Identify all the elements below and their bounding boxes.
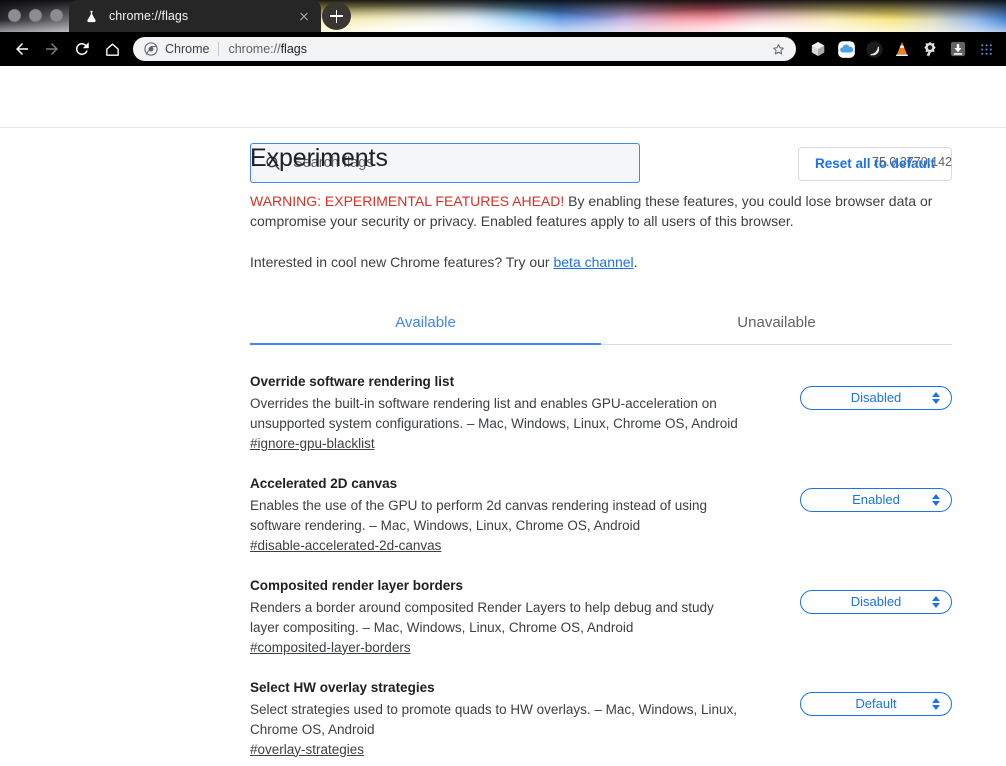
omnibox[interactable]: Chrome chrome://flags — [133, 37, 796, 61]
forward-button[interactable] — [37, 34, 67, 64]
flag-title: Select HW overlay strategies — [250, 679, 435, 695]
flag-control: Default — [800, 679, 952, 716]
window-traffic-lights — [8, 9, 63, 22]
flags-list: Override software rendering list Overrid… — [250, 351, 952, 759]
flags-search-header — [0, 66, 1006, 128]
close-icon[interactable] — [295, 7, 313, 25]
omnibox-chip-label: Chrome — [165, 42, 210, 56]
apps-grid-icon[interactable] — [973, 36, 999, 62]
experimental-warning-text: WARNING: EXPERIMENTAL FEATURES AHEAD! By… — [250, 191, 952, 232]
flag-row: Select HW overlay strategies Select stra… — [250, 657, 952, 759]
flask-icon — [83, 8, 99, 24]
browser-tab-chrome-flags[interactable]: chrome://flags — [69, 0, 321, 32]
flag-title: Override software rendering list — [250, 373, 455, 389]
bookmark-star-icon[interactable] — [769, 40, 787, 58]
beta-suffix-text: . — [633, 253, 638, 270]
omnibox-url-scheme: chrome:// — [228, 42, 281, 56]
flag-anchor-link[interactable]: #composited-layer-borders — [250, 640, 411, 655]
chevron-updown-icon — [932, 595, 940, 608]
browser-window: chrome://flags Chrome chrome://flags Sea… — [0, 0, 1006, 766]
chevron-updown-icon — [932, 697, 940, 710]
browser-toolbar: Chrome chrome://flags — [0, 32, 1006, 66]
flag-control: Disabled — [800, 577, 952, 614]
flag-state-select[interactable]: Disabled — [800, 589, 952, 614]
back-button[interactable] — [7, 34, 37, 64]
bittorrent-extension-icon[interactable] — [861, 36, 887, 62]
flag-description: Overrides the built-in software renderin… — [250, 396, 738, 431]
chevron-updown-icon — [932, 391, 940, 404]
flag-anchor-link[interactable]: #overlay-strategies — [250, 742, 364, 757]
home-button[interactable] — [97, 34, 127, 64]
flag-title: Accelerated 2D canvas — [250, 475, 398, 491]
flag-control: Enabled — [800, 475, 952, 512]
chrome-version-label: 75.0.3770.142 — [872, 155, 952, 169]
flag-row: Accelerated 2D canvas Enables the use of… — [250, 453, 952, 555]
flag-state-value: Disabled — [850, 390, 902, 406]
window-minimize-button[interactable] — [29, 9, 42, 22]
extension-icons — [805, 36, 999, 62]
flag-anchor-link[interactable]: #ignore-gpu-blacklist — [250, 436, 375, 451]
cloud-extension-icon[interactable] — [833, 36, 859, 62]
flag-description: Select strategies used to promote quads … — [250, 701, 737, 737]
flag-title: Composited render layer borders — [250, 577, 464, 593]
cube-extension-icon[interactable] — [805, 36, 831, 62]
warning-strong-text: WARNING: EXPERIMENTAL FEATURES AHEAD! — [250, 193, 565, 209]
tab-strip: chrome://flags — [0, 0, 1006, 32]
download-extension-icon[interactable] — [945, 36, 971, 62]
title-row: Experiments 75.0.3770.142 — [250, 128, 952, 173]
flag-info: Composited render layer borders Renders … — [250, 577, 744, 657]
window-close-button[interactable] — [8, 9, 21, 22]
flag-info: Override software rendering list Overrid… — [250, 373, 744, 453]
flags-content: Experiments 75.0.3770.142 WARNING: EXPER… — [0, 128, 1006, 759]
tab-title: chrome://flags — [109, 9, 189, 23]
flag-state-value: Disabled — [850, 594, 902, 610]
flag-state-select[interactable]: Disabled — [800, 385, 952, 410]
flag-info: Select HW overlay strategies Select stra… — [250, 679, 744, 759]
tab-unavailable[interactable]: Unavailable — [601, 302, 952, 344]
page-title: Experiments — [250, 144, 388, 172]
flag-info: Accelerated 2D canvas Enables the use of… — [250, 475, 744, 555]
omnibox-url: chrome://flags — [228, 42, 763, 56]
beta-channel-link[interactable]: beta channel — [553, 254, 633, 270]
flag-control: Disabled — [800, 373, 952, 410]
flag-anchor-link[interactable]: #disable-accelerated-2d-canvas — [250, 538, 441, 553]
omnibox-url-path: flags — [280, 42, 307, 56]
bug-extension-icon[interactable] — [917, 36, 943, 62]
vlc-extension-icon[interactable] — [889, 36, 915, 62]
flags-tabs: Available Unavailable — [250, 302, 952, 345]
tab-available[interactable]: Available — [250, 302, 601, 345]
flag-state-select[interactable]: Enabled — [800, 487, 952, 512]
flag-state-value: Default — [855, 696, 897, 712]
beta-prefix-text: Interested in cool new Chrome features? … — [250, 253, 554, 270]
flag-state-value: Enabled — [852, 492, 900, 508]
chevron-updown-icon — [932, 493, 940, 506]
flag-description: Enables the use of the GPU to perform 2d… — [250, 498, 708, 533]
reload-button[interactable] — [67, 34, 97, 64]
beta-channel-text: Interested in cool new Chrome features? … — [250, 252, 952, 272]
flag-row: Override software rendering list Overrid… — [250, 351, 952, 453]
flags-page: Reset all to default Experiments 75.0.37… — [0, 66, 1006, 766]
flag-row: Composited render layer borders Renders … — [250, 555, 952, 657]
flag-description: Renders a border around composited Rende… — [250, 599, 714, 635]
chrome-logo-icon — [144, 42, 158, 56]
window-maximize-button[interactable] — [50, 9, 63, 22]
new-tab-button[interactable] — [322, 2, 351, 30]
flag-state-select[interactable]: Default — [800, 691, 952, 716]
omnibox-separator — [218, 42, 220, 56]
